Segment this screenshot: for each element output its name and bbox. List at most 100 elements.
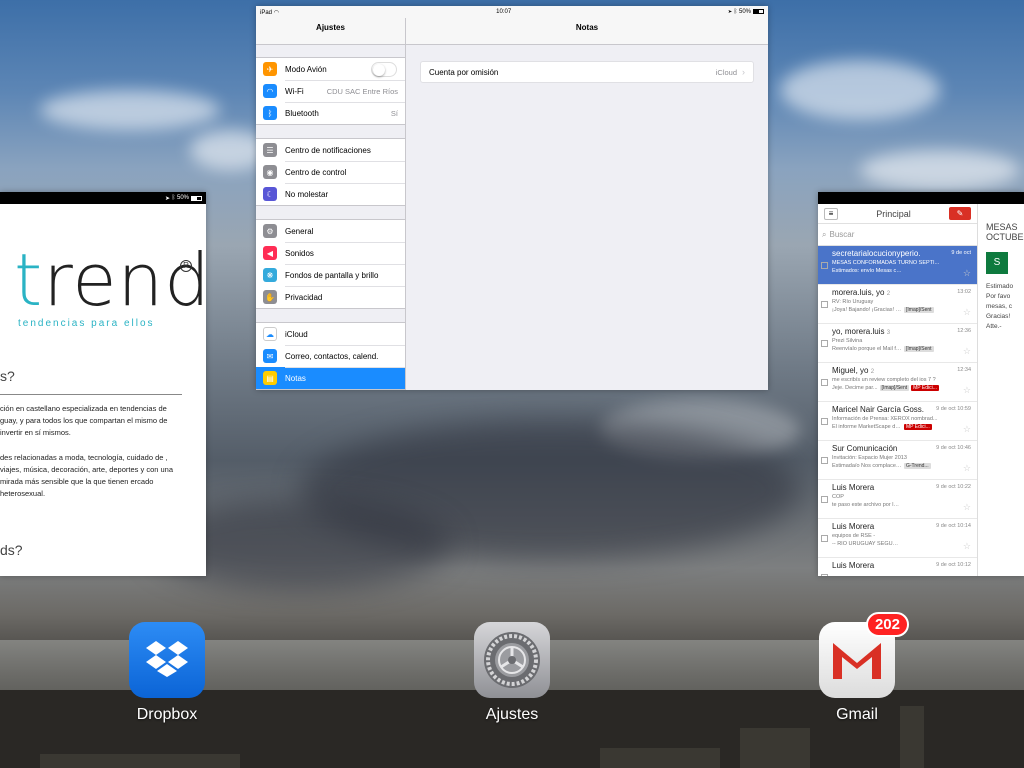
dropbox-app[interactable]: Dropbox [122,622,212,724]
sidebar-item-fondos-de-pantalla-y-brillo[interactable]: ❋ Fondos de pantalla y brillo [256,264,405,286]
select-checkbox[interactable] [821,457,828,464]
email-subject: Invitación: Espacio Mujer 2013 [832,455,907,461]
star-icon[interactable]: ☆ [963,307,971,318]
search-input[interactable]: ⌕ Buscar [818,224,977,246]
sidebar-item-notas[interactable]: ▤ Notas [256,367,405,389]
star-icon[interactable]: ☆ [963,346,971,357]
email-subject: MESAS CONFORMADAS TURNO SEPTI... [832,260,940,266]
status-bar [818,192,1024,204]
email-subject: equipos de RSE - [832,533,876,539]
email-subject: Prezi Silvina [832,338,863,344]
sidebar-item-privacidad[interactable]: ✋ Privacidad [256,286,405,308]
ajustes-app-card[interactable]: iPad ◠ 10:07 ➤ ᛒ 50% Ajustes Notas ✈ Modo… [256,6,768,390]
email-list-item[interactable]: secretarialocucionyperio. 9 de oct MESAS … [818,246,977,285]
email-list-item[interactable]: morera.luis, yo 2 13:02 RV: Río Uruguay ¡Jo… [818,285,977,324]
sidebar-item-label: Sonidos [285,248,314,258]
mail-icon: ✉ [263,349,277,363]
label-chip: [Imap]/Sent [904,307,934,313]
gmail-app[interactable]: 202 Gmail [812,612,909,724]
detail-title: Notas [575,23,599,32]
settings-group: ☰ Centro de notificaciones ◉ Centro de cont… [256,138,405,206]
email-list-item[interactable]: Maricel Nair García Goss. 9 de oct 10:59… [818,402,977,441]
sidebar-item-sonidos[interactable]: ◀ Sonidos [256,242,405,264]
star-icon[interactable]: ☆ [963,541,971,552]
sidebar-item-label: Modo Avión [285,64,327,74]
sidebar-item-value: CDU SAC Entre Ríos [326,86,398,96]
email-time: 9 de oct 10:59 [936,406,971,412]
email-list-item[interactable]: Luis Morera 9 de oct 10:14 equipos de RSE… [818,519,977,558]
paragraph-1: ción en castellano especializada en tend… [0,404,168,437]
select-checkbox[interactable] [821,340,828,347]
select-checkbox[interactable] [821,574,828,576]
sidebar-item-centro-de-control[interactable]: ◉ Centro de control [256,161,405,183]
compose-button[interactable]: ✎ [949,207,971,220]
email-list-item[interactable]: Luis Morera 9 de oct 10:22 COP te paso est… [818,480,977,519]
sidebar-item-no-molestar[interactable]: ☾ No molestar [256,183,405,205]
email-list-item[interactable]: Sur Comunicación 9 de oct 10:46 Invitació… [818,441,977,480]
paragraph-2: des relacionadas a moda, tecnología, cui… [0,453,174,498]
star-icon[interactable]: ☆ [963,463,971,474]
select-checkbox[interactable] [821,301,828,308]
email-sender: secretarialocucionyperio. [832,249,921,258]
default-account-row[interactable]: Cuenta por omisión iCloud › [420,61,754,83]
email-time: 9 de oct 10:22 [936,484,971,490]
select-checkbox[interactable] [821,379,828,386]
status-bar: ➤ ᛒ 50% [0,192,206,204]
label-chip: MP Edici... [911,385,939,391]
select-checkbox[interactable] [821,262,828,269]
settings-gear-icon[interactable] [474,622,550,698]
sidebar-item-correo-contactos-calend-[interactable]: ✉ Correo, contactos, calend. [256,345,405,367]
email-sender: yo, morera.luis 3 [832,327,891,336]
section-question-2: ds? [0,542,23,558]
email-detail-pane: MESAS OCTUBE S Estimado Por favo mesas, … [986,222,1024,332]
star-icon[interactable]: ☆ [963,385,971,396]
sidebar-item-label: Bluetooth [285,108,319,118]
email-list-item[interactable]: Luis Morera 9 de oct 10:12☆ [818,558,977,576]
gear-icon: ⚙ [263,224,277,238]
email-list-item[interactable]: Miguel, yo 2 12:34 me escribís un review c… [818,363,977,402]
sender-avatar: S [986,252,1008,274]
sidebar-item-label: Notas [285,373,306,383]
star-icon[interactable]: ☆ [963,502,971,513]
bluetooth-status-icon: ᛒ [171,195,176,201]
star-icon[interactable]: ☆ [963,268,971,279]
airplane-mode-toggle[interactable] [371,61,397,77]
select-checkbox[interactable] [821,496,828,503]
dropbox-icon[interactable] [129,622,205,698]
control-center-icon: ◉ [263,165,277,179]
sidebar-item-label: No molestar [285,189,329,199]
email-subject: COP [832,494,844,500]
label-chip: G-Trend... [904,463,931,469]
sidebar-item-icloud[interactable]: ☁ iCloud [256,323,405,345]
email-sender: Miguel, yo 2 [832,366,875,375]
email-list-item[interactable]: yo, morera.luis 3 12:36 Prezi Silvina Reenv… [818,324,977,363]
email-snippet: ¡Joya! Bajando! ¡Gracias! El ju...[Imap]… [832,307,934,313]
bluetooth-status-icon: ᛒ [733,9,738,16]
navigation-bar: Ajustes Notas [256,18,768,45]
trends-tagline: tendencias para ellos [18,318,155,329]
airplane-icon: ✈ [263,62,277,76]
email-sender: Luis Morera [832,483,875,492]
sidebar-item-general[interactable]: ⚙ General [256,220,405,242]
trends-app-card[interactable]: ➤ ᛒ 50% trends R tendencias para ellos s… [0,192,206,576]
settings-sidebar: ✈ Modo Avión ◠ Wi-Fi CDU SAC Entre Ríos ᛒ Blue… [256,45,406,390]
gmail-icon[interactable]: 202 [819,612,909,698]
select-checkbox[interactable] [821,418,828,425]
star-icon[interactable]: ☆ [963,424,971,435]
gmail-app-card[interactable]: ≡ Principal ✎ ⌕ Buscar secretarialocucion… [818,192,1024,576]
select-checkbox[interactable] [821,535,828,542]
sidebar-item-centro-de-notificaciones[interactable]: ☰ Centro de notificaciones [256,139,405,161]
settings-title: Ajustes [256,18,406,44]
email-snippet: -- RIO URUGUAY SEGUROS Lic. Luis Mor... [832,541,902,547]
ajustes-app[interactable]: Ajustes [467,622,557,724]
label-chip: [Imap]/Sent [904,346,934,352]
dropbox-label: Dropbox [136,706,198,723]
sidebar-item-modo-avión[interactable]: ✈ Modo Avión [256,58,405,80]
menu-icon[interactable]: ≡ [824,207,838,220]
email-snippet: Estimada/o Nos complace invi...G-Trend..… [832,463,931,469]
sidebar-item-wi-fi[interactable]: ◠ Wi-Fi CDU SAC Entre Ríos [256,80,405,102]
email-sender: morera.luis, yo 2 [832,288,891,297]
sidebar-item-bluetooth[interactable]: ᛒ Bluetooth Sí [256,102,405,124]
battery-percent: 50% [738,9,751,16]
notifications-icon: ☰ [263,143,277,157]
